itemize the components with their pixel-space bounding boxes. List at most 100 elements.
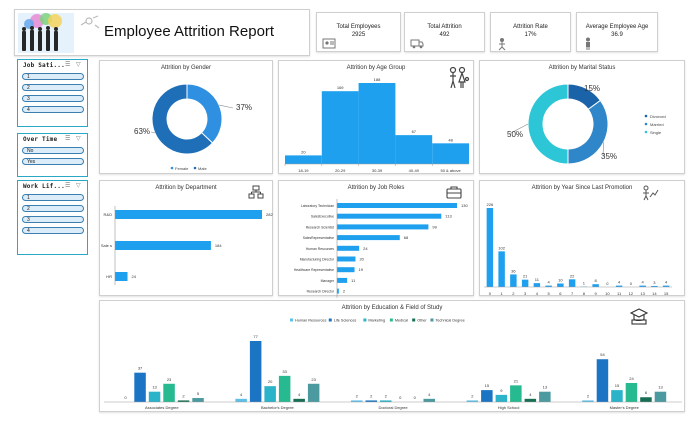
tick-label: 2 bbox=[512, 291, 515, 296]
bar bbox=[510, 385, 522, 402]
bar bbox=[510, 274, 517, 287]
bar bbox=[337, 203, 457, 208]
slicer-item[interactable]: 3 bbox=[22, 216, 84, 223]
tick-label: 15 bbox=[664, 291, 669, 296]
data-label: 68 bbox=[404, 235, 409, 240]
pie-slice bbox=[527, 83, 569, 165]
bar bbox=[557, 283, 564, 287]
slicer-item[interactable]: 3 bbox=[22, 95, 84, 102]
data-label: 0 bbox=[606, 281, 609, 286]
age-chart: 20 18-19 169 20-29 188 30-39 67 40-49 48 50 & abo… bbox=[284, 77, 469, 173]
clear-filter-icon[interactable]: ▽ bbox=[76, 136, 83, 142]
briefcase-icon bbox=[446, 186, 462, 199]
tick-label: 6 bbox=[559, 291, 562, 296]
data-label: 6 bbox=[645, 390, 648, 395]
data-label: 77 bbox=[253, 334, 258, 339]
multi-select-icon[interactable]: ☰ bbox=[65, 183, 72, 189]
bar bbox=[486, 208, 494, 287]
leader-line bbox=[219, 104, 234, 109]
bar bbox=[285, 155, 322, 164]
bar bbox=[611, 390, 623, 402]
data-label: 11 bbox=[535, 277, 540, 282]
data-label: 4 bbox=[665, 280, 668, 285]
data-label: 23 bbox=[311, 377, 316, 382]
bar bbox=[134, 372, 146, 402]
slicer-item[interactable]: 4 bbox=[22, 106, 84, 113]
data-label: 4 bbox=[428, 392, 431, 397]
data-label: 37 bbox=[138, 366, 143, 371]
data-label: 113 bbox=[445, 214, 452, 219]
bar bbox=[293, 398, 305, 402]
data-label: 15 bbox=[485, 383, 490, 388]
data-label: 226 bbox=[487, 202, 494, 207]
slicer-item[interactable]: No bbox=[22, 147, 84, 154]
legend-label: Human Resources bbox=[295, 319, 327, 323]
data-label: 13 bbox=[543, 385, 548, 390]
slicer-work-life-balance: Work Lif... ☰ ▽ 1 2 3 4 bbox=[17, 180, 88, 255]
clear-filter-icon[interactable]: ▽ bbox=[76, 62, 83, 68]
tick-label: Master's Degree bbox=[610, 405, 640, 410]
multi-select-icon[interactable]: ☰ bbox=[65, 62, 72, 68]
tick-label: 13 bbox=[640, 291, 645, 296]
data-label: 11 bbox=[351, 278, 356, 283]
data-label: 4 bbox=[298, 392, 301, 397]
slicer-item[interactable]: Yes bbox=[22, 158, 84, 165]
legend-marker bbox=[363, 318, 367, 322]
bar bbox=[539, 391, 551, 402]
data-label: 2 bbox=[385, 393, 388, 398]
clear-filter-icon[interactable]: ▽ bbox=[76, 183, 83, 189]
data-label: 35% bbox=[601, 152, 617, 161]
id-card-icon bbox=[322, 38, 336, 49]
data-label: 0 bbox=[124, 395, 127, 400]
multi-select-icon[interactable]: ☰ bbox=[65, 136, 72, 142]
bar bbox=[654, 391, 667, 402]
panel-promotion: Attrition by Year Since Last Promotion 2… bbox=[479, 180, 685, 296]
data-label: 24 bbox=[629, 376, 634, 381]
data-label: 67 bbox=[412, 129, 417, 134]
bar bbox=[192, 398, 204, 402]
legend-label: Marketing bbox=[368, 319, 385, 323]
family-icon bbox=[449, 66, 470, 89]
bar bbox=[395, 135, 433, 164]
data-label: 24 bbox=[132, 274, 137, 279]
graduation-cap-icon bbox=[629, 308, 649, 325]
tick-label: Manufacturing Director bbox=[300, 258, 335, 262]
tick-label: 1 bbox=[501, 291, 504, 296]
data-label: 2 bbox=[587, 393, 590, 398]
data-label: 3 bbox=[653, 280, 656, 285]
tick-label: 12 bbox=[629, 291, 634, 296]
panel-department: Attrition by Department 282 R&D 184 Sale s2… bbox=[99, 180, 273, 296]
data-label: 188 bbox=[374, 77, 381, 82]
bar bbox=[337, 267, 355, 273]
slicer-item[interactable]: 1 bbox=[22, 73, 84, 80]
legend-label: Male bbox=[198, 166, 207, 171]
tick-label: 0 bbox=[489, 291, 492, 296]
legend-marker bbox=[389, 318, 393, 322]
tick-label: 5 bbox=[548, 291, 551, 296]
marital-chart: 15% 35% 50% Divorced Married Single bbox=[507, 83, 666, 165]
kpi-label: Average Employee Age bbox=[585, 24, 649, 30]
bar bbox=[498, 251, 505, 287]
tick-label: Human Resources bbox=[306, 247, 334, 251]
slicer-item[interactable]: 2 bbox=[22, 205, 84, 212]
slicer-item[interactable]: 1 bbox=[22, 194, 84, 201]
legend-marker bbox=[412, 318, 416, 322]
legend-marker bbox=[193, 166, 197, 170]
bar bbox=[337, 224, 429, 230]
tick-label: Bachelor's Degree bbox=[261, 405, 295, 410]
data-label: 2 bbox=[471, 393, 474, 398]
kpi-label: Total Employees bbox=[336, 24, 381, 30]
tick-label: SalesExecutive bbox=[311, 215, 334, 219]
data-label: 0 bbox=[399, 395, 402, 400]
data-label: 0 bbox=[414, 395, 417, 400]
legend-label: Technical Degree bbox=[435, 319, 464, 323]
data-label: 8 bbox=[595, 278, 598, 283]
slicer-item[interactable]: 4 bbox=[22, 227, 84, 234]
tick-label: 3 bbox=[524, 291, 527, 296]
bar bbox=[337, 245, 360, 251]
slicer-item[interactable]: 2 bbox=[22, 84, 84, 91]
data-label: 10 bbox=[558, 278, 563, 283]
tick-label: 14 bbox=[652, 291, 657, 296]
data-label: 33 bbox=[282, 369, 287, 374]
bar bbox=[568, 279, 576, 287]
